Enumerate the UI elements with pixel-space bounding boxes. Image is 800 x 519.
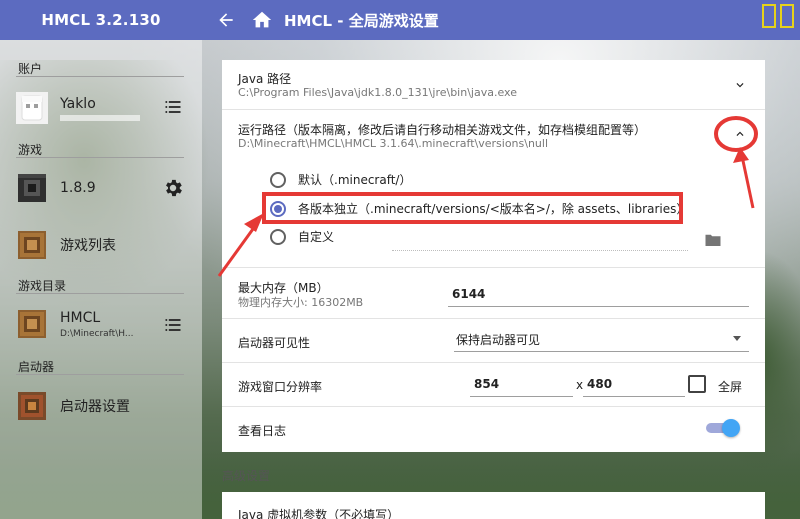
show-log-title: 查看日志 (238, 424, 287, 438)
game-dir-path: D:\Minecraft\H... (60, 328, 134, 339)
radio-circle[interactable] (270, 171, 286, 188)
fullscreen-label: 全屏 (718, 380, 743, 394)
settings-card: Java 路径 C:\Program Files\Java\jdk1.8.0_1… (222, 60, 765, 452)
game-list-label: 游戏列表 (60, 238, 116, 254)
max-memory-row: 最大内存（MB） 物理内存大小: 16302MB 6144 (222, 268, 765, 319)
sidebar-item-game-list[interactable]: 游戏列表 (16, 229, 192, 261)
run-dir-option-isolated[interactable]: 各版本独立（.minecraft/versions/<版本名>/，除 asset… (270, 200, 688, 217)
game-dir-list-icon[interactable] (162, 314, 184, 336)
window-controls (762, 4, 794, 28)
page-title: HMCL - 全局游戏设置 (284, 11, 439, 30)
sidebar-divider (16, 293, 184, 294)
show-log-toggle[interactable] (704, 418, 740, 438)
game-dir-name: HMCL (60, 309, 101, 326)
java-path-value: C:\Program Files\Java\jdk1.8.0_131\jre\b… (238, 86, 517, 99)
account-name: Yaklo (60, 95, 96, 112)
launcher-visibility-select[interactable]: 保持启动器可见 (454, 330, 749, 352)
run-dir-option-custom[interactable]: 自定义 (270, 228, 334, 245)
run-dir-row: 运行路径（版本隔离，修改后请自行移动相关游戏文件，如存档模组配置等） D:\Mi… (222, 110, 765, 268)
sidebar-section-account: 账户 (18, 62, 43, 76)
account-list-icon[interactable] (162, 96, 184, 118)
folder-icon[interactable] (704, 232, 722, 248)
advanced-section-title: 高级设置 (222, 469, 271, 483)
launcher-settings-block-icon (18, 392, 46, 420)
game-list-chest-icon (18, 231, 46, 259)
sidebar-divider (16, 374, 184, 375)
physical-memory-info: 物理内存大小: 16302MB (238, 296, 364, 309)
game-block-icon (18, 174, 46, 202)
resolution-title: 游戏窗口分辨率 (238, 380, 323, 394)
run-dir-title: 运行路径（版本隔离，修改后请自行移动相关游戏文件，如存档模组配置等） (238, 123, 647, 137)
run-dir-option-label: 各版本独立（.minecraft/versions/<版本名>/，除 asset… (298, 202, 689, 216)
title-bar: HMCL 3.2.130 HMCL - 全局游戏设置 (0, 0, 800, 40)
advanced-card: Java 虚拟机参数（不必填写） (222, 492, 765, 519)
account-email-redacted (60, 114, 140, 121)
dropdown-caret-icon (733, 336, 741, 341)
java-path-title: Java 路径 (238, 72, 292, 86)
chevron-up-icon[interactable] (731, 125, 749, 143)
sidebar-section-game: 游戏 (18, 143, 43, 157)
resolution-row: 游戏窗口分辨率 854 x 480 全屏 (222, 363, 765, 407)
launcher-visibility-row: 启动器可见性 保持启动器可见 (222, 319, 765, 363)
sidebar-item-launcher-settings[interactable]: 启动器设置 (16, 390, 192, 422)
resolution-width-input[interactable]: 854 (470, 375, 573, 397)
account-avatar (16, 92, 48, 124)
window-close-button[interactable] (780, 4, 794, 28)
chevron-down-icon[interactable] (731, 76, 749, 94)
launcher-visibility-value: 保持启动器可见 (456, 333, 541, 347)
run-dir-option-default[interactable]: 默认（.minecraft/） (270, 171, 411, 188)
launcher-visibility-title: 启动器可见性 (238, 336, 311, 350)
main-scrollbar[interactable] (790, 40, 796, 519)
game-version: 1.8.9 (60, 180, 96, 196)
run-dir-option-label: 自定义 (298, 230, 335, 244)
sidebar-section-game-dir: 游戏目录 (18, 279, 67, 293)
game-settings-gear-icon[interactable] (162, 177, 184, 199)
back-arrow-icon[interactable] (214, 8, 238, 32)
launcher-settings-label: 启动器设置 (60, 399, 130, 415)
sidebar-divider (16, 76, 184, 77)
resolution-height-input[interactable]: 480 (583, 375, 685, 397)
fullscreen-checkbox[interactable] (688, 375, 706, 393)
window-minimize-button[interactable] (762, 4, 776, 28)
show-log-row: 查看日志 (222, 407, 765, 451)
radio-circle[interactable] (270, 228, 286, 245)
sidebar-section-launcher: 启动器 (18, 360, 55, 374)
toggle-knob[interactable] (722, 419, 740, 437)
jvm-args-title: Java 虚拟机参数（不必填写） (238, 508, 400, 519)
max-memory-input[interactable]: 6144 (448, 285, 749, 307)
game-dir-chest-icon (18, 310, 46, 338)
app-name: HMCL 3.2.130 (41, 11, 161, 29)
sidebar-divider (16, 157, 184, 158)
home-icon[interactable] (250, 8, 274, 32)
run-dir-value: D:\Minecraft\HMCL\HMCL 3.1.64\.minecraft… (238, 137, 549, 150)
run-dir-option-label: 默认（.minecraft/） (298, 173, 412, 187)
sidebar: 账户 Yaklo 游戏 1.8.9 游戏列表 游戏目录 HMCL D:\Mine… (0, 40, 202, 519)
radio-circle-selected[interactable] (270, 200, 286, 217)
java-path-row[interactable]: Java 路径 C:\Program Files\Java\jdk1.8.0_1… (222, 60, 765, 110)
custom-dir-input[interactable] (392, 250, 688, 251)
